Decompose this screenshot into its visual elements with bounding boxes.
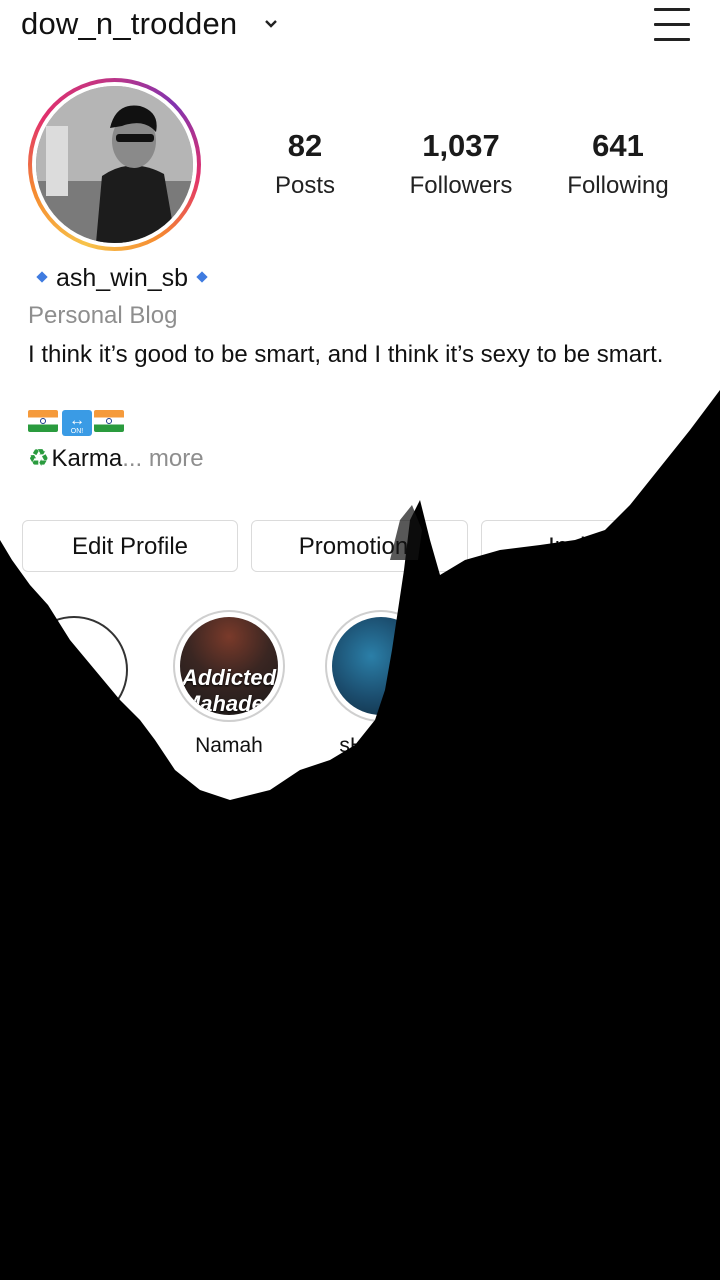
highlight-namah[interactable]: Addicted Mahadev [173, 610, 285, 722]
account-username[interactable]: dow_n_trodden [21, 6, 237, 42]
top-bar: dow_n_trodden [0, 0, 720, 56]
new-highlight-button[interactable] [20, 616, 128, 724]
posts-stat[interactable]: 82 Posts [225, 128, 385, 200]
posts-count: 82 [287, 128, 323, 163]
on-badge-text: ON! [70, 428, 84, 435]
avatar-photo [36, 86, 193, 243]
following-count: 641 [592, 128, 644, 163]
promotions-button[interactable]: Promotions [251, 520, 468, 572]
diamond-icon [196, 271, 208, 284]
profile-avatar[interactable] [28, 78, 201, 251]
profile-category: Personal Blog [28, 302, 178, 329]
bio-more-link[interactable]: more [142, 445, 204, 472]
followers-count: 1,037 [422, 128, 500, 163]
diamond-icon [36, 271, 48, 284]
chevron-down-icon[interactable] [262, 14, 280, 32]
bio-ellipsis: ... [122, 445, 143, 472]
hamburger-menu-icon[interactable] [652, 6, 692, 42]
profile-name: ash_win_sb [56, 264, 189, 292]
highlight-cover-text: Addicted Mahadev [181, 665, 277, 715]
on-arrow-icon: ↔ ON! [62, 410, 92, 436]
bio-emoji-row: ↔ ON! [28, 410, 126, 436]
edit-profile-button[interactable]: Edit Profile [22, 520, 238, 572]
profile-name-row: ash_win_sb [34, 264, 216, 293]
bio-karma-line: ♻Karma... more [28, 444, 204, 473]
highlight-shiva[interactable] [325, 610, 437, 722]
karma-text: Karma [51, 445, 123, 472]
india-flag-icon [28, 410, 58, 432]
insights-button[interactable]: Insights [481, 520, 698, 572]
profile-bio: I think it’s good to be smart, and I thi… [28, 341, 664, 368]
india-flag-icon [94, 410, 124, 432]
followers-stat[interactable]: 1,037 Followers [381, 128, 541, 200]
posts-label: Posts [274, 172, 336, 199]
highlight-label[interactable]: sHiva A [300, 734, 450, 758]
avatar-border [32, 82, 197, 247]
recycle-icon: ♻ [28, 445, 50, 472]
plus-icon-bar [56, 669, 94, 672]
avatar-person-image [36, 86, 193, 243]
followers-label: Followers [409, 172, 513, 199]
following-stat[interactable]: 641 Following [538, 128, 698, 200]
highlight-cover: Addicted Mahadev [180, 617, 278, 715]
highlight-label[interactable]: Namah [173, 734, 285, 758]
following-label: Following [567, 172, 669, 199]
highlight-cover [332, 617, 430, 715]
